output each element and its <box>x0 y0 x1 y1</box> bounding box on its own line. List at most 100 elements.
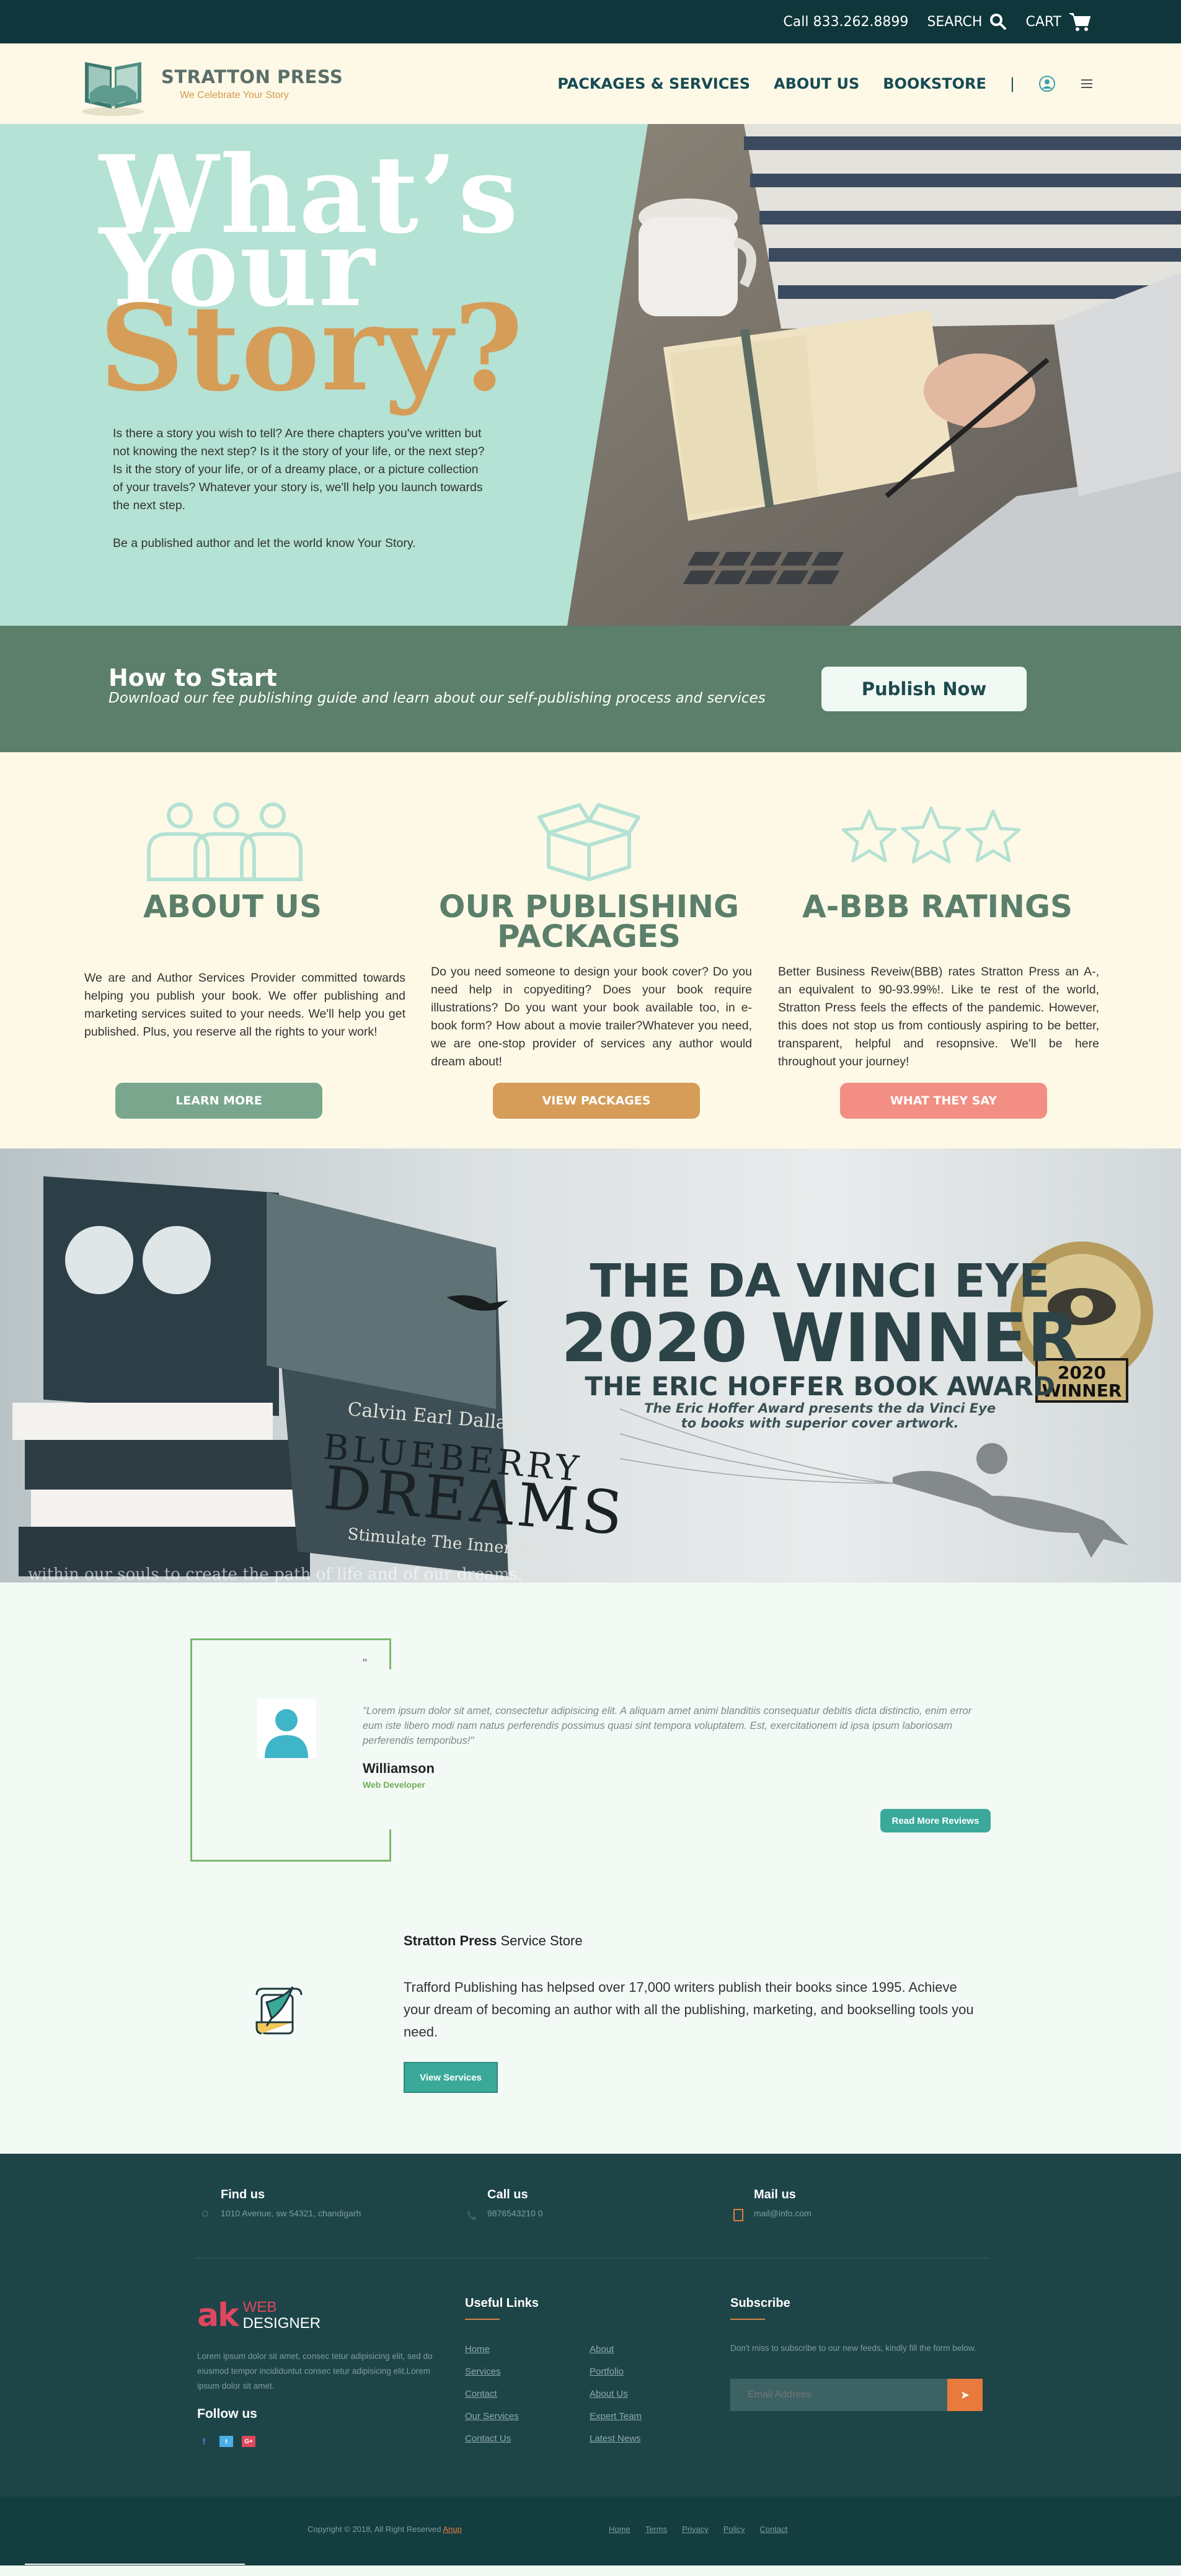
phone-icon <box>467 2211 476 2220</box>
footer-bottom-bar: Copyright © 2018, All Right Reserved Anu… <box>0 2497 1181 2565</box>
bottom-link-contact[interactable]: Contact <box>759 2525 787 2534</box>
testimonial-section: " "Lorem ipsum dolor sit amet, consectet… <box>0 1583 1181 1896</box>
footer-find-us: Find us 1010 Avenue, sw 54321, chandigarh <box>198 2188 361 2222</box>
footer-link-our-services[interactable]: Our Services <box>465 2405 519 2428</box>
award-description-line2: to books with superior cover artwork. <box>681 1416 959 1431</box>
bottom-link-terms[interactable]: Terms <box>645 2525 667 2534</box>
frame-border <box>389 1829 391 1862</box>
brand-tagline: We Celebrate Your Story <box>180 90 289 100</box>
bottom-links: Home Terms Privacy Policy Contact <box>609 2525 787 2534</box>
bottom-link-privacy[interactable]: Privacy <box>682 2525 709 2534</box>
footer-logo-ak: ak <box>197 2297 239 2334</box>
scroll-indicator <box>25 2564 245 2565</box>
feature-text: Better Business Reveiw(BBB) rates Stratt… <box>778 965 1099 1068</box>
nav-about-us[interactable]: ABOUT US <box>774 75 859 92</box>
footer-call-us: Call us 9876543210 0 <box>465 2188 543 2222</box>
award-description-line1: The Eric Hoffer Award presents the da Vi… <box>644 1401 996 1416</box>
hero-description: Is there a story you wish to tell? Are t… <box>113 427 485 512</box>
send-icon: ➤ <box>960 2388 970 2401</box>
award-text: THE DA VINCI EYE 2020 WINNER THE ERIC HO… <box>561 1257 1079 1431</box>
footer-link-expert-team[interactable]: Expert Team <box>590 2405 642 2428</box>
frame-border <box>190 1638 391 1640</box>
copyright-label: Copyright © 2018, All Right Reserved <box>307 2525 443 2534</box>
testimonial-quote: "Lorem ipsum dolor sit amet, consectetur… <box>363 1705 972 1746</box>
search-icon <box>990 14 1007 30</box>
twitter-icon[interactable]: t <box>219 2436 233 2447</box>
package-box-icon <box>537 803 640 881</box>
footer-link-services[interactable]: Services <box>465 2361 519 2383</box>
nav-separator: | <box>1009 75 1015 92</box>
google-plus-icon[interactable]: G+ <box>242 2436 255 2447</box>
heading-underline <box>465 2319 500 2320</box>
quote-mark: " <box>363 1657 368 1671</box>
feature-title: OUR PUBLISHING PACKAGES <box>438 889 740 954</box>
cart-button[interactable]: CART <box>1025 12 1091 32</box>
call-us-title: Call us <box>487 2188 528 2201</box>
follow-us-title: Follow us <box>197 2407 257 2421</box>
star-rating-icon <box>841 806 1021 864</box>
learn-more-button[interactable]: LEARN MORE <box>115 1083 322 1119</box>
bottom-link-policy[interactable]: Policy <box>723 2525 745 2534</box>
award-winner-text: 2020 WINNER <box>561 1300 1079 1377</box>
footer-link-about-us[interactable]: About Us <box>590 2383 642 2405</box>
footer-logo-designer: DESIGNER <box>242 2315 321 2332</box>
brand-logo[interactable]: STRATTON PRESS We Celebrate Your Story <box>77 50 343 118</box>
search-label: SEARCH <box>927 14 983 30</box>
cart-label: CART <box>1025 14 1061 30</box>
footer-link-latest-news[interactable]: Latest News <box>590 2428 642 2450</box>
publish-now-button[interactable]: Publish Now <box>821 667 1027 711</box>
what-they-say-button[interactable]: WHAT THEY SAY <box>840 1083 1047 1119</box>
footer-logo-web: WEB <box>242 2299 277 2316</box>
useful-links-title: Useful Links <box>465 2296 539 2310</box>
call-us-number: 9876543210 0 <box>487 2208 543 2218</box>
scroll-quill-icon <box>255 1986 303 2035</box>
nav-packages-services[interactable]: PACKAGES & SERVICES <box>557 75 750 92</box>
frame-border <box>389 1638 391 1669</box>
how-to-start-title: How to Start <box>108 664 277 691</box>
hero-title-line3: Story? <box>99 279 524 417</box>
award-name: THE ERIC HOFFER BOOK AWARD <box>585 1371 1055 1401</box>
menu-icon[interactable] <box>1079 76 1094 91</box>
service-store-section: Stratton Press Service Store Trafford Pu… <box>0 1896 1181 2154</box>
subscribe-text: Don't miss to subscribe to our new feeds… <box>730 2343 976 2353</box>
feature-text: Do you need someone to design your book … <box>431 965 752 1068</box>
banner-caption: within our souls to create the path of l… <box>28 1565 523 1583</box>
site-header: STRATTON PRESS We Celebrate Your Story P… <box>0 43 1181 124</box>
heading-underline <box>730 2319 765 2320</box>
hero-cta-text: Be a published author and let the world … <box>113 536 416 550</box>
footer-link-contact-us[interactable]: Contact Us <box>465 2428 519 2450</box>
how-to-start-section: How to Start Download our fee publishing… <box>0 626 1181 752</box>
footer-link-contact[interactable]: Contact <box>465 2383 519 2405</box>
mail-us-title: Mail us <box>754 2188 796 2201</box>
frame-border <box>190 1860 391 1862</box>
nav-bookstore[interactable]: BOOKSTORE <box>883 75 986 92</box>
copyright-link[interactable]: Anup <box>443 2525 461 2534</box>
frame-border <box>190 1638 192 1862</box>
footer-logo[interactable]: ak WEB DESIGNER <box>197 2297 321 2334</box>
mail-icon <box>733 2209 743 2221</box>
hero-title: What’s Your Story? <box>99 141 524 417</box>
subscribe-send-button[interactable]: ➤ <box>947 2379 983 2411</box>
email-field[interactable] <box>730 2379 947 2411</box>
search-button[interactable]: SEARCH <box>927 13 1007 30</box>
facebook-icon[interactable]: f <box>197 2436 211 2447</box>
useful-links-col2: About Portfolio About Us Expert Team Lat… <box>590 2338 642 2450</box>
view-services-button[interactable]: View Services <box>404 2062 498 2093</box>
phone-text: Call 833.262.8899 <box>783 14 909 30</box>
feature-title: ABOUT US <box>143 889 322 925</box>
footer-link-about[interactable]: About <box>590 2338 642 2361</box>
read-more-reviews-button[interactable]: Read More Reviews <box>880 1809 991 1832</box>
features-section: ABOUT US We are and Author Services Prov… <box>0 752 1181 1148</box>
service-store-brand: Stratton Press <box>404 1933 497 1948</box>
feature-title: A-BBB RATINGS <box>802 889 1073 925</box>
phone-link[interactable]: Call 833.262.8899 <box>783 14 908 30</box>
user-icon[interactable] <box>1038 75 1056 92</box>
footer-link-portfolio[interactable]: Portfolio <box>590 2361 642 2383</box>
footer-link-home[interactable]: Home <box>465 2338 519 2361</box>
how-to-start-subtitle: Download our fee publishing guide and le… <box>108 690 766 706</box>
bottom-link-home[interactable]: Home <box>609 2525 630 2534</box>
view-packages-button[interactable]: VIEW PACKAGES <box>493 1083 700 1119</box>
book-logo-icon <box>82 62 144 116</box>
feature-text: We are and Author Services Provider comm… <box>84 971 405 1039</box>
reviewer-role: Web Developer <box>363 1780 425 1790</box>
